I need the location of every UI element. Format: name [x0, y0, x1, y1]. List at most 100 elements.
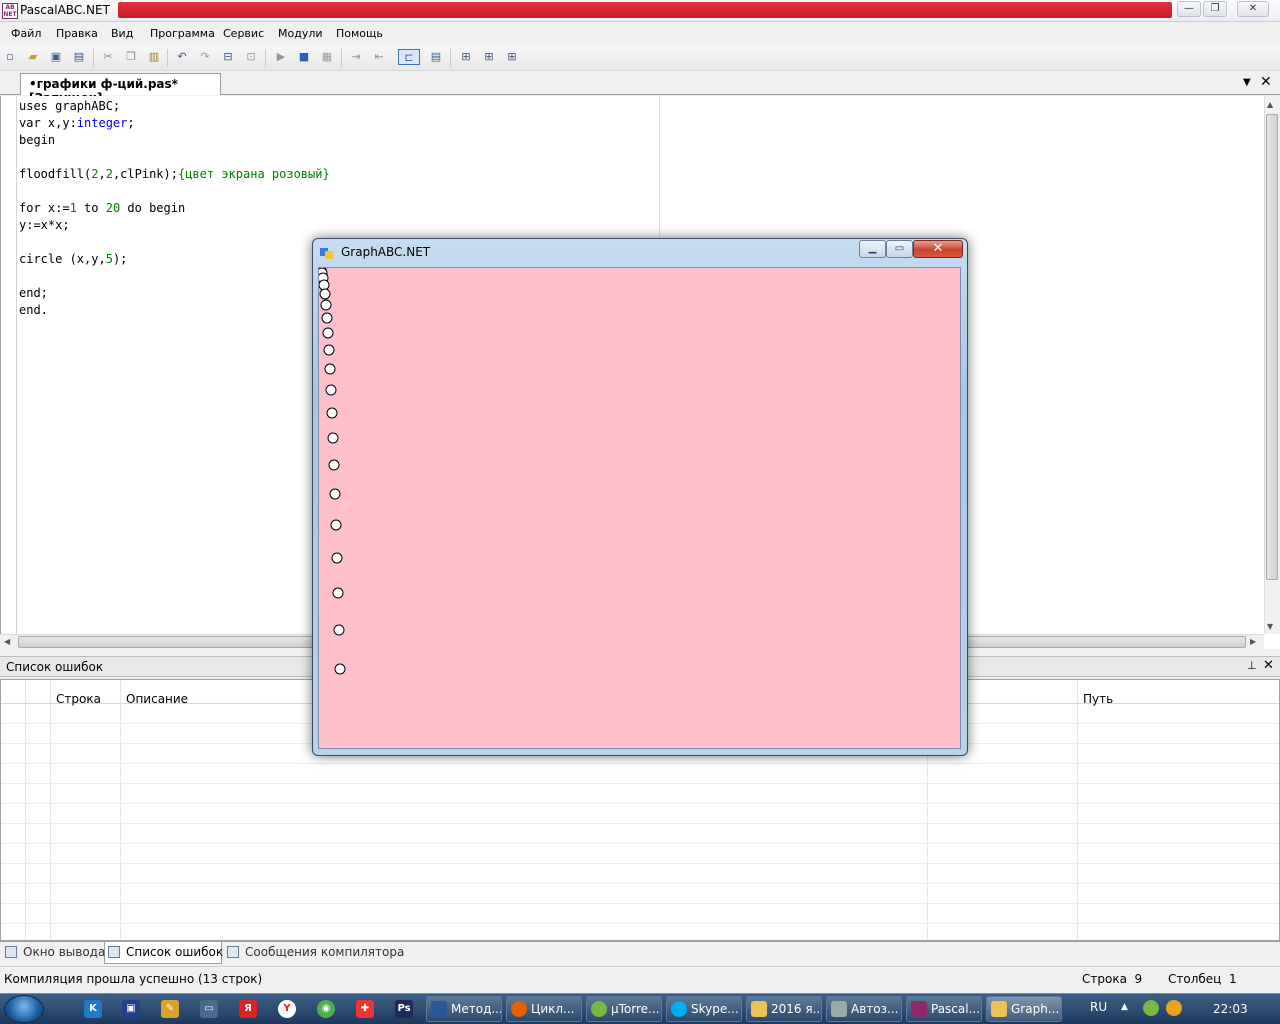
menu-program[interactable]: Программа [150, 27, 215, 40]
window-icon[interactable]: ▭ [200, 1000, 218, 1018]
task-autoload[interactable]: Автоз... [826, 996, 902, 1022]
new-file-icon[interactable]: ▫ [2, 49, 18, 65]
undo-icon[interactable]: ↶ [174, 49, 190, 65]
yandex-icon[interactable]: Я [239, 1000, 257, 1018]
tab-compiler-messages[interactable]: Сообщения компилятора [227, 945, 404, 959]
column-description[interactable]: Описание [126, 692, 188, 706]
menu-modules[interactable]: Модули [278, 27, 323, 40]
clock[interactable]: 22:03 [1213, 1002, 1248, 1016]
compile-icon[interactable]: ▦ [319, 49, 335, 65]
editor-vertical-scroll-thumb[interactable] [1266, 114, 1278, 580]
pin-icon[interactable]: ⊥ [1247, 659, 1257, 672]
restore-button[interactable]: ❐ [1203, 1, 1227, 17]
scroll-right-icon[interactable]: ▶ [1250, 637, 1256, 646]
code-token: , [98, 167, 106, 181]
tray-update-icon[interactable] [1166, 1000, 1182, 1016]
floppy-icon[interactable]: ▣ [122, 1000, 140, 1018]
code-line[interactable]: circle (x,y,5); [19, 251, 330, 268]
find-icon[interactable]: ⊟ [220, 49, 236, 65]
paste-icon[interactable]: ▥ [146, 49, 162, 65]
code-line[interactable]: for x:=1 to 20 do begin [19, 200, 330, 217]
column-path[interactable]: Путь [1083, 692, 1113, 706]
indent-icon[interactable]: ⇥ [348, 49, 364, 65]
code-line[interactable] [19, 183, 330, 200]
chrome-icon[interactable]: ◉ [317, 1000, 335, 1018]
task-folder[interactable]: 2016 я... [746, 996, 822, 1022]
task-graphabc[interactable]: Graph... [986, 996, 1062, 1022]
tab-error-list[interactable]: Список ошибок [108, 945, 223, 959]
kaspersky-icon[interactable]: K [84, 1000, 102, 1018]
error-list-icon [108, 946, 120, 958]
debug-icon[interactable]: ▤ [428, 49, 444, 65]
code-token: floodfill( [19, 167, 92, 181]
task-utorrent[interactable]: µTorre... [586, 996, 662, 1022]
menu-view[interactable]: Вид [111, 27, 133, 40]
close-tab-icon[interactable]: ✕ [1260, 74, 1272, 90]
task-pascal[interactable]: Pascal... [906, 996, 982, 1022]
graphabc-close-button[interactable]: ✕ [913, 240, 963, 258]
code-line[interactable]: y:=x*x; [19, 217, 330, 234]
step-over-icon[interactable]: ⊞ [458, 49, 474, 65]
tab-output-window[interactable]: Окно вывода [5, 945, 105, 959]
close-panel-icon[interactable]: ✕ [1263, 658, 1274, 673]
stop-icon[interactable]: ■ [296, 49, 312, 65]
pencil-icon[interactable]: ✎ [161, 1000, 179, 1018]
code-token: uses graphABC; [19, 99, 121, 113]
task-folder-label: 2016 я... [771, 1002, 822, 1016]
scroll-left-icon[interactable]: ◀ [4, 637, 10, 646]
code-text[interactable]: uses graphABC; var x,y:integer; begin flood… [19, 98, 330, 319]
yandex-browser-icon[interactable]: Y [278, 1000, 296, 1018]
graphabc-maximize-button[interactable]: ▭ [886, 240, 913, 258]
scroll-down-icon[interactable]: ▼ [1267, 622, 1273, 631]
code-line[interactable]: floodfill(2,2,clPink);{цвет экрана розов… [19, 166, 330, 183]
tray-expand-icon[interactable]: ▲ [1121, 1002, 1128, 1012]
code-token: {цвет экрана розовый} [177, 167, 330, 181]
task-firefox[interactable]: Цикл... [506, 996, 582, 1022]
language-indicator[interactable]: RU [1090, 1000, 1107, 1014]
task-firefox-label: Цикл... [531, 1002, 575, 1016]
code-line[interactable] [19, 149, 330, 166]
close-button[interactable]: ✕ [1237, 1, 1269, 17]
graphabc-minimize-button[interactable]: ▁ [859, 240, 886, 258]
code-line[interactable] [19, 268, 330, 285]
menu-service[interactable]: Сервис [223, 27, 264, 40]
copy-icon[interactable]: ❐ [123, 49, 139, 65]
status-message: Компиляция прошла успешно (13 строк) [4, 972, 263, 986]
open-folder-icon[interactable]: ▰ [25, 49, 41, 65]
step-out-icon[interactable]: ⊞ [504, 49, 520, 65]
tray-utorrent-icon[interactable] [1143, 1000, 1159, 1016]
step-into-icon[interactable]: ⊞ [481, 49, 497, 65]
tab-list-dropdown-icon[interactable]: ▼ [1243, 77, 1251, 88]
minimize-button[interactable]: — [1177, 1, 1201, 17]
replace-icon[interactable]: ⊡ [243, 49, 259, 65]
task-word[interactable]: Метод... [426, 996, 502, 1022]
circle-x15 [329, 488, 341, 500]
cut-icon[interactable]: ✂ [100, 49, 116, 65]
output-window-icon[interactable]: ⊏ [398, 49, 420, 65]
circle-x14 [328, 459, 340, 471]
pdf-icon[interactable]: ✚ [356, 1000, 374, 1018]
task-skype[interactable]: Skype... [666, 996, 742, 1022]
column-line[interactable]: Строка [56, 692, 101, 706]
menu-help[interactable]: Помощь [336, 27, 383, 40]
menu-file[interactable]: Файл [11, 27, 41, 40]
redo-icon[interactable]: ↷ [197, 49, 213, 65]
code-line[interactable]: end. [19, 302, 330, 319]
code-line[interactable]: begin [19, 132, 330, 149]
run-icon[interactable]: ▶ [273, 49, 289, 65]
circle-x10 [324, 363, 336, 375]
circle-x5 [319, 288, 331, 300]
save-all-icon[interactable]: ▤ [71, 49, 87, 65]
code-line[interactable]: uses graphABC; [19, 98, 330, 115]
tab-current-file[interactable]: •графики ф-ций.pas* [Запущен] [20, 73, 221, 105]
circle-x13 [327, 432, 339, 444]
save-icon[interactable]: ▣ [48, 49, 64, 65]
outdent-icon[interactable]: ⇤ [371, 49, 387, 65]
scroll-up-icon[interactable]: ▲ [1267, 100, 1273, 109]
code-line[interactable]: end; [19, 285, 330, 302]
code-line[interactable]: var x,y:integer; [19, 115, 330, 132]
start-button[interactable] [4, 995, 44, 1023]
code-line[interactable] [19, 234, 330, 251]
photoshop-icon[interactable]: Ps [395, 1000, 413, 1018]
menu-edit[interactable]: Правка [56, 27, 98, 40]
